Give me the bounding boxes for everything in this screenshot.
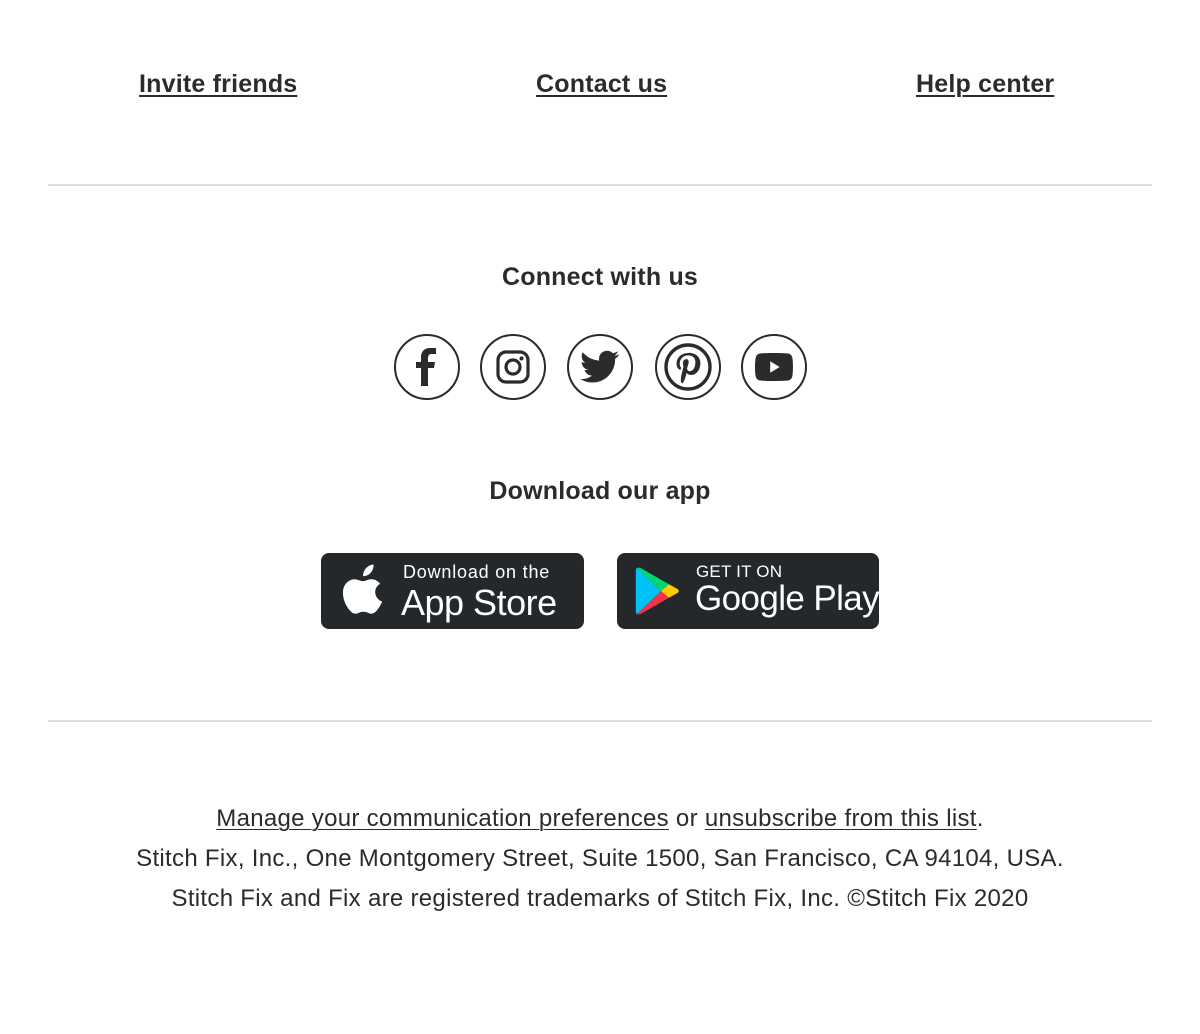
google-play-big-text: Google Play bbox=[695, 579, 879, 618]
app-store-big-text: App Store bbox=[401, 582, 557, 623]
social-icons-row bbox=[0, 334, 1200, 400]
instagram-icon bbox=[496, 350, 530, 384]
trademark-notice: Stitch Fix and Fix are registered tradem… bbox=[171, 885, 1029, 912]
contact-us-link[interactable]: Contact us bbox=[536, 70, 667, 99]
invite-friends-link[interactable]: Invite friends bbox=[139, 70, 297, 99]
apple-icon bbox=[343, 564, 383, 614]
preferences-line: Manage your communication preferences or… bbox=[0, 805, 1200, 833]
youtube-icon bbox=[755, 353, 793, 381]
instagram-button[interactable] bbox=[480, 334, 546, 400]
footer-nav-links: Invite friends Contact us Help center bbox=[0, 70, 1200, 110]
google-play-icon bbox=[635, 567, 679, 615]
or-text: or bbox=[675, 805, 698, 832]
period-text: . bbox=[976, 805, 984, 832]
pinterest-button[interactable] bbox=[655, 334, 721, 400]
google-play-badge[interactable]: GET IT ON Google Play bbox=[617, 553, 879, 629]
facebook-icon bbox=[416, 348, 436, 386]
youtube-button[interactable] bbox=[741, 334, 807, 400]
app-store-badge[interactable]: Download on the App Store bbox=[321, 553, 584, 629]
twitter-icon bbox=[580, 350, 620, 383]
company-address: Stitch Fix, Inc., One Montgomery Street,… bbox=[136, 845, 1064, 872]
app-store-small-text: Download on the bbox=[403, 562, 551, 582]
bottom-divider bbox=[48, 720, 1152, 722]
top-divider bbox=[48, 184, 1152, 186]
manage-preferences-link[interactable]: Manage your communication preferences bbox=[216, 805, 669, 832]
download-heading: Download our app bbox=[489, 477, 711, 505]
help-center-link[interactable]: Help center bbox=[916, 70, 1054, 99]
facebook-button[interactable] bbox=[394, 334, 460, 400]
unsubscribe-link[interactable]: unsubscribe from this list bbox=[705, 805, 977, 832]
twitter-button[interactable] bbox=[567, 334, 633, 400]
connect-heading: Connect with us bbox=[501, 263, 699, 291]
pinterest-icon bbox=[664, 343, 712, 391]
